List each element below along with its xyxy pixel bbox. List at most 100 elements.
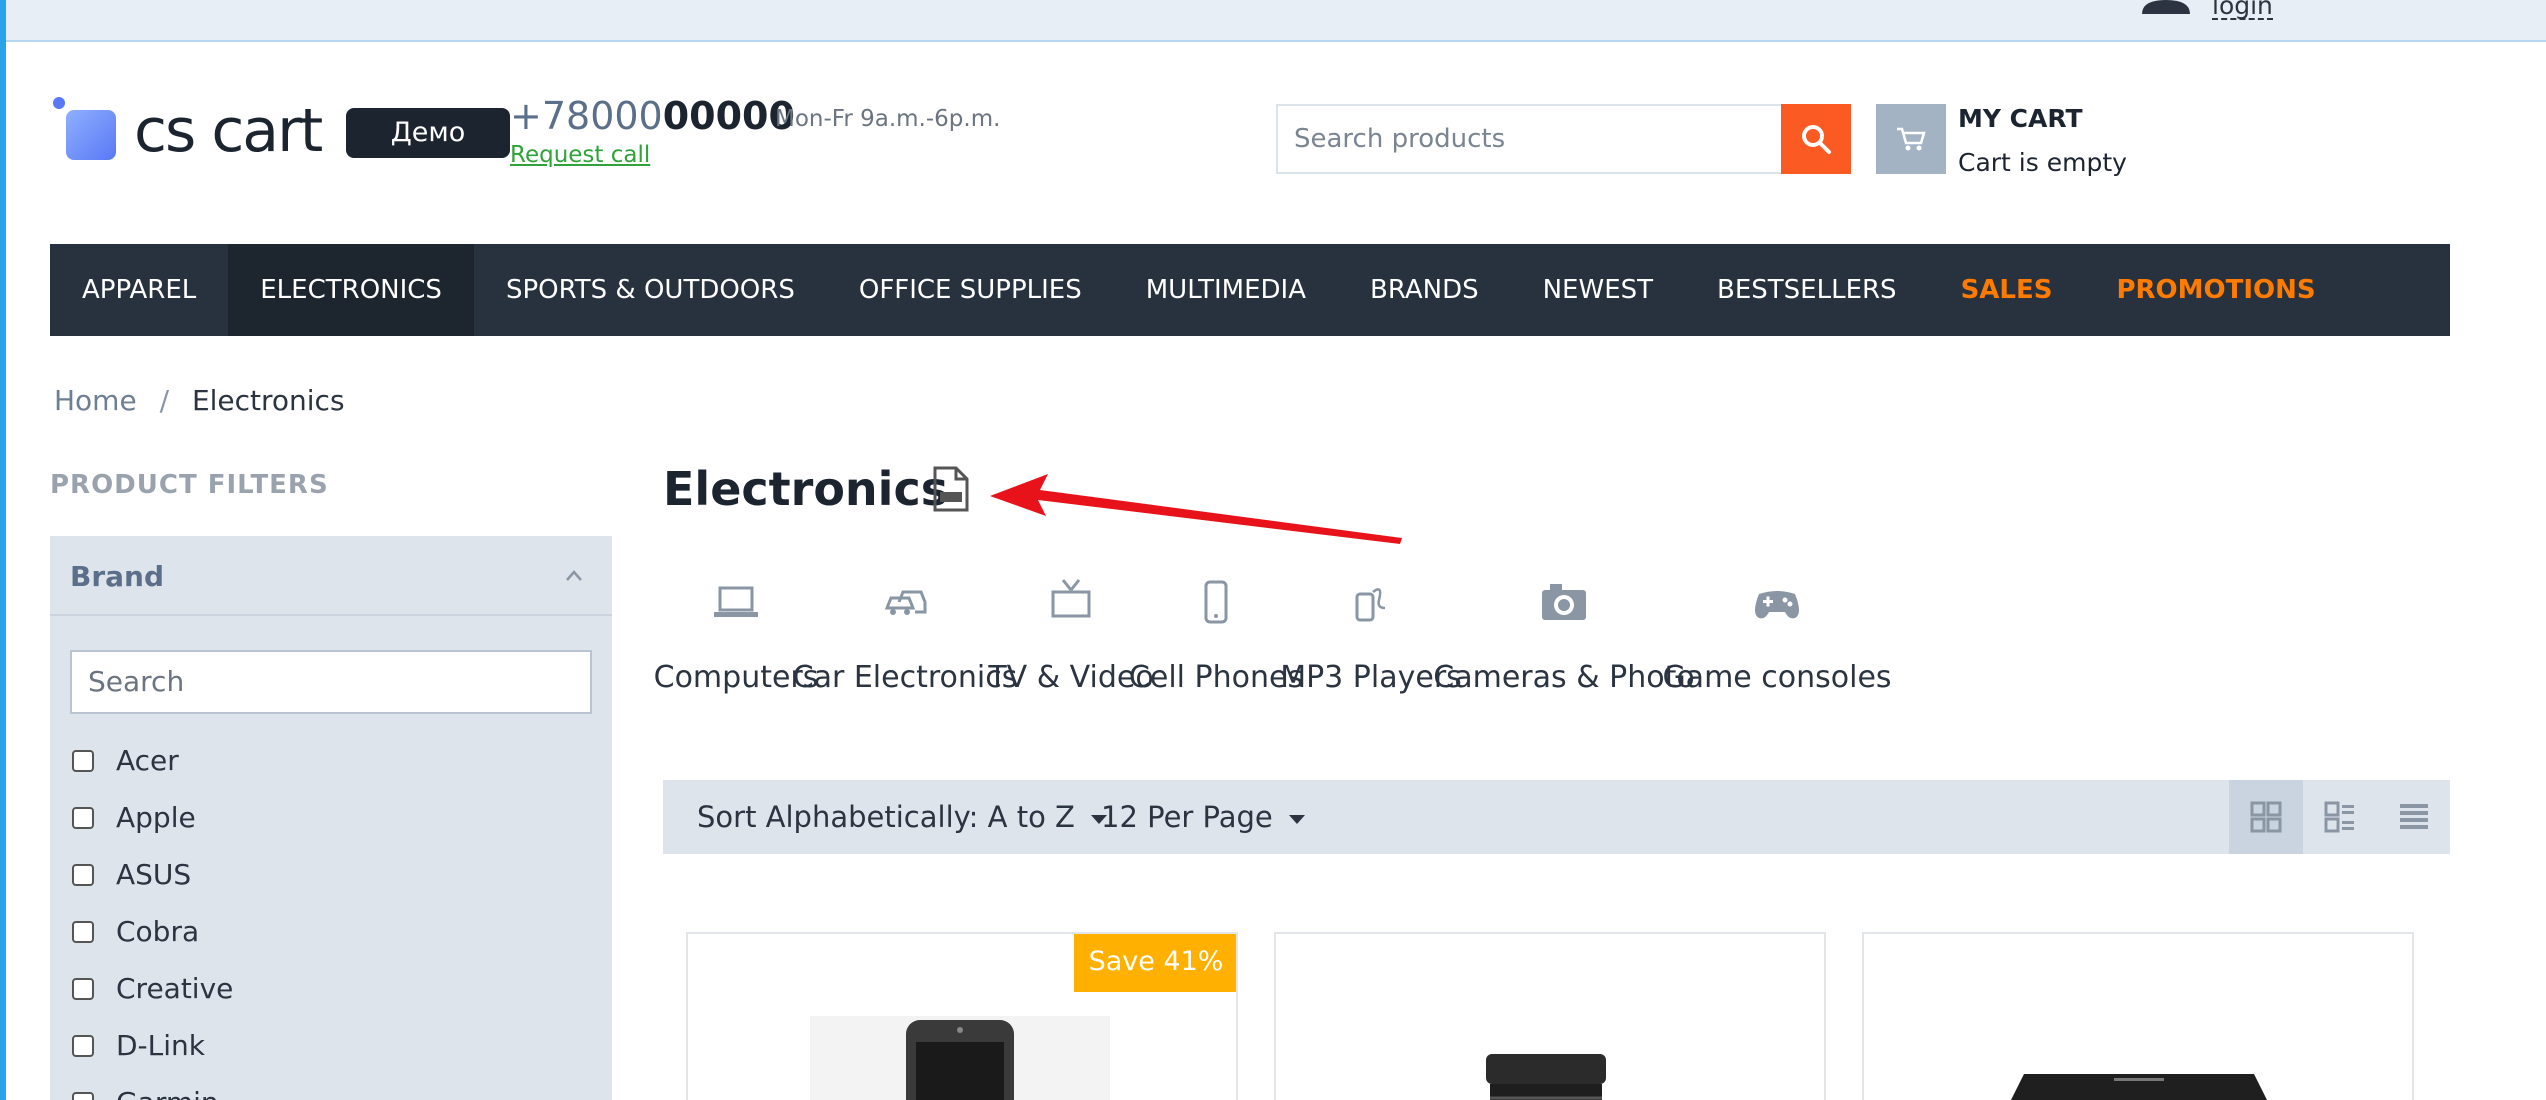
nav-item-apparel[interactable]: APPAREL bbox=[50, 244, 228, 336]
subcategory-label: Car Electronics bbox=[792, 660, 1018, 695]
compact-list-view-button[interactable] bbox=[2377, 780, 2451, 854]
subcategory-tv-video[interactable]: TV & Video bbox=[988, 574, 1154, 724]
gamepad-icon bbox=[1755, 591, 1799, 619]
page-title: Electronics bbox=[663, 462, 949, 516]
breadcrumb-separator: / bbox=[159, 384, 170, 417]
nav-item-promotions[interactable]: PROMOTIONS bbox=[2084, 244, 2347, 336]
phone-icon bbox=[1204, 580, 1228, 624]
camera-icon bbox=[1542, 584, 1586, 620]
brand-label: Acer bbox=[116, 744, 179, 777]
brand-label: Cobra bbox=[116, 915, 200, 948]
subcategory-cameras-photo[interactable]: Cameras & Photo bbox=[1433, 574, 1695, 724]
brand-option[interactable]: ASUS bbox=[70, 846, 233, 903]
nav-item-office-supplies[interactable]: OFFICE SUPPLIES bbox=[827, 244, 1114, 336]
sort-label: Sort Alphabetically: A to Z bbox=[697, 800, 1075, 834]
nav-item-multimedia[interactable]: MULTIMEDIA bbox=[1114, 244, 1338, 336]
product-card[interactable]: Save 41% bbox=[686, 932, 1238, 1100]
per-page-dropdown[interactable]: 12 Per Page bbox=[1101, 780, 1305, 854]
sort-toolbar: Sort Alphabetically: A to Z 12 Per Page bbox=[663, 780, 2450, 854]
user-icon[interactable] bbox=[2138, 0, 2194, 14]
subcategory-mp3-players[interactable]: MP3 Players bbox=[1280, 574, 1462, 724]
nav-item-electronics[interactable]: ELECTRONICS bbox=[228, 244, 474, 336]
brand-filter-panel: Brand Search Acer Apple ASUS Cobra Creat… bbox=[50, 536, 612, 1100]
breadcrumb-home[interactable]: Home bbox=[54, 384, 137, 417]
cart-button[interactable] bbox=[1876, 104, 1946, 174]
brand-label: D-Link bbox=[116, 1029, 206, 1062]
top-bar: login bbox=[6, 0, 2546, 42]
demo-badge: Демо bbox=[346, 108, 510, 158]
search-input[interactable]: Search products bbox=[1276, 104, 1782, 174]
brand-label: Creative bbox=[116, 972, 234, 1005]
nav-item-sports-outdoors[interactable]: SPORTS & OUTDOORS bbox=[474, 244, 827, 336]
laptop-icon bbox=[714, 586, 758, 617]
nav-item-newest[interactable]: NEWEST bbox=[1511, 244, 1685, 336]
brand-option[interactable]: Apple bbox=[70, 789, 233, 846]
brand-label: ASUS bbox=[116, 858, 192, 891]
brand-label: Apple bbox=[116, 801, 196, 834]
brand-checkbox[interactable] bbox=[72, 977, 94, 1000]
sort-dropdown[interactable]: Sort Alphabetically: A to Z bbox=[697, 780, 1107, 854]
brand-checkbox[interactable] bbox=[72, 863, 94, 886]
brand-option[interactable]: Cobra bbox=[70, 903, 233, 960]
brand-option[interactable]: Garmin bbox=[70, 1074, 233, 1100]
compact-list-icon bbox=[2400, 804, 2428, 829]
brand-option[interactable]: Acer bbox=[70, 732, 233, 789]
brand-option[interactable]: Creative bbox=[70, 960, 233, 1017]
brand-checkbox[interactable] bbox=[72, 1034, 94, 1057]
request-call-link[interactable]: Request call bbox=[510, 142, 650, 168]
brand-filter-header[interactable]: Brand bbox=[50, 536, 612, 616]
brand-checkbox[interactable] bbox=[72, 1091, 94, 1100]
subcategory-label: Game consoles bbox=[1662, 660, 1892, 695]
cart-title[interactable]: MY CART bbox=[1958, 104, 2083, 133]
window-frame-left bbox=[0, 0, 6, 1100]
subcategory-computers[interactable]: Computers bbox=[654, 574, 818, 724]
phone-prefix: +78000 bbox=[510, 94, 663, 138]
nav-item-brands[interactable]: BRANDS bbox=[1338, 244, 1511, 336]
annotation-arrow bbox=[990, 474, 1402, 544]
subcategory-label: Cell Phones bbox=[1128, 660, 1304, 695]
brand-checkbox[interactable] bbox=[72, 806, 94, 829]
subcategory-game-consoles[interactable]: Game consoles bbox=[1662, 574, 1892, 724]
grid-view-icon bbox=[2250, 801, 2282, 833]
brand-filter-label: Brand bbox=[70, 560, 165, 593]
pdf-icon[interactable] bbox=[932, 466, 970, 512]
product-card[interactable] bbox=[1274, 932, 1826, 1100]
phone-number: +7800000000 bbox=[510, 94, 795, 138]
subcategory-car-electronics[interactable]: Car Electronics bbox=[793, 574, 1017, 724]
brand-search-input[interactable]: Search bbox=[70, 650, 592, 714]
subcategory-label: Cameras & Photo bbox=[1433, 660, 1695, 695]
nav-item-sales[interactable]: SALES bbox=[1929, 244, 2085, 336]
login-link[interactable]: login bbox=[2212, 0, 2273, 20]
breadcrumb-current: Electronics bbox=[191, 384, 345, 417]
search-icon bbox=[1802, 125, 1831, 154]
grid-view-button[interactable] bbox=[2229, 780, 2303, 854]
list-view-button[interactable] bbox=[2303, 780, 2377, 854]
brand-list: Acer Apple ASUS Cobra Creative D-Link Ga… bbox=[70, 732, 233, 1100]
nav-item-bestsellers[interactable]: BESTSELLERS bbox=[1685, 244, 1929, 336]
subcategory-list: Computers Car Electronics TV & Video Cel… bbox=[654, 574, 1892, 724]
search-button[interactable] bbox=[1781, 104, 1851, 174]
brand-option[interactable]: D-Link bbox=[70, 1017, 233, 1074]
product-filters-title: PRODUCT FILTERS bbox=[50, 470, 329, 500]
per-page-label: 12 Per Page bbox=[1101, 800, 1273, 834]
subcategory-cell-phones[interactable]: Cell Phones bbox=[1129, 574, 1303, 724]
discount-badge: Save 41% bbox=[1074, 934, 1236, 992]
business-hours: Mon-Fr 9a.m.-6p.m. bbox=[775, 106, 1001, 132]
product-card[interactable] bbox=[1862, 932, 2414, 1100]
logo-text: cs cart bbox=[134, 96, 323, 166]
mp3-player-product-image[interactable] bbox=[810, 1016, 1110, 1100]
brand-label: Garmin bbox=[116, 1086, 219, 1100]
logo-mark-icon bbox=[53, 97, 116, 160]
chevron-up-icon[interactable] bbox=[564, 566, 584, 586]
brand-checkbox[interactable] bbox=[72, 920, 94, 943]
breadcrumb: Home / Electronics bbox=[54, 384, 345, 417]
brand-checkbox[interactable] bbox=[72, 749, 94, 772]
device-product-image[interactable] bbox=[1994, 1064, 2284, 1100]
car-icon bbox=[884, 590, 927, 615]
caret-down-icon bbox=[1288, 814, 1305, 824]
list-view-icon bbox=[2324, 801, 2354, 833]
cart-status: Cart is empty bbox=[1958, 148, 2127, 177]
camera-lens-product-image[interactable] bbox=[1476, 1044, 1616, 1100]
mp3-player-icon bbox=[1355, 588, 1386, 622]
logo[interactable]: cs cart Демо bbox=[52, 96, 510, 166]
